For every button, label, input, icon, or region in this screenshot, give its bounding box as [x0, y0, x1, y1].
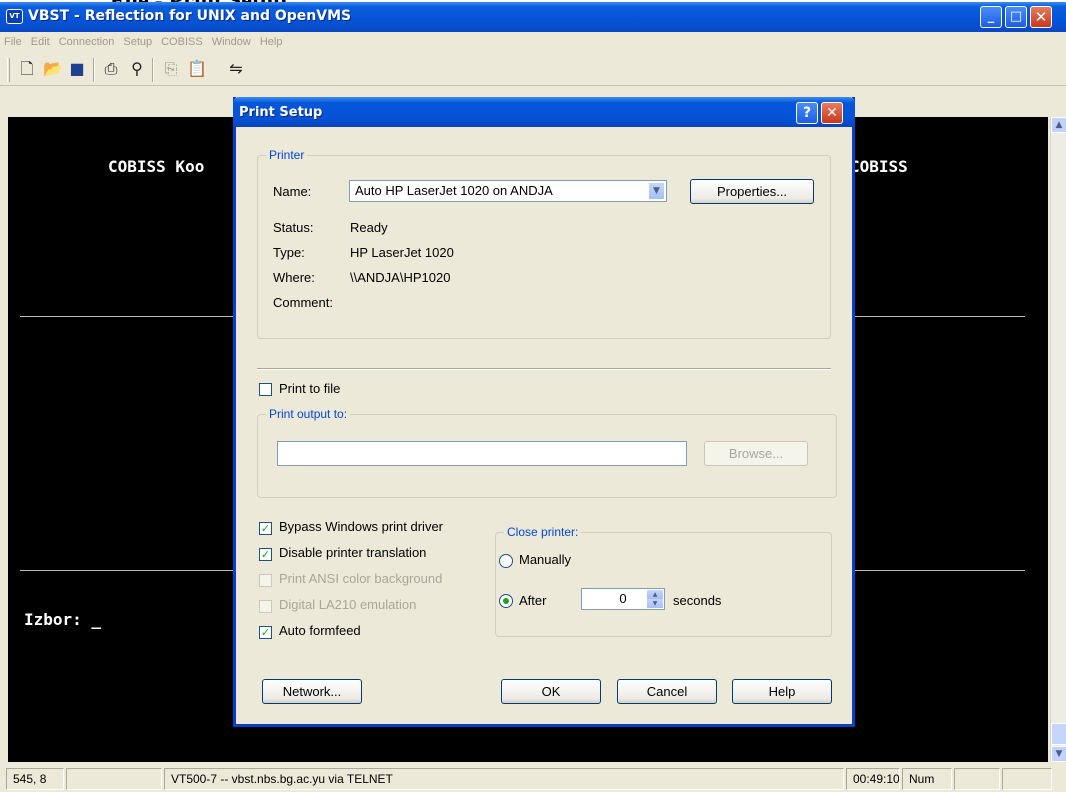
- status-value: Ready: [350, 220, 388, 235]
- vt-app-icon[interactable]: VT: [6, 9, 23, 24]
- disable-translation-label[interactable]: Disable printer translation: [279, 545, 426, 560]
- cancel-button[interactable]: Cancel: [617, 679, 717, 704]
- status-time: 00:49:10: [846, 768, 900, 790]
- la210-checkbox: [259, 600, 272, 613]
- scroll-up-icon[interactable]: ▲: [1051, 117, 1066, 133]
- menu-help[interactable]: Help: [260, 36, 283, 48]
- ok-button[interactable]: OK: [501, 679, 601, 704]
- print-output-label: Print output to:: [266, 407, 351, 421]
- auto-formfeed-checkbox[interactable]: ✓: [259, 626, 272, 639]
- spin-up-icon[interactable]: ▲: [647, 590, 663, 599]
- dialog-title: Print Setup: [239, 105, 323, 120]
- la210-label: Digital LA210 emulation: [279, 597, 417, 612]
- vertical-scrollbar[interactable]: ▲ ▼: [1050, 117, 1066, 762]
- scroll-thumb[interactable]: [1051, 723, 1066, 745]
- where-label: Where:: [273, 270, 315, 285]
- network-button[interactable]: Network...: [262, 679, 362, 704]
- disable-translation-checkbox[interactable]: ✓: [259, 548, 272, 561]
- scroll-down-icon[interactable]: ▼: [1051, 746, 1066, 762]
- radio-selected-dot: [503, 598, 509, 604]
- window-title: VBST - Reflection for UNIX and OpenVMS: [28, 8, 352, 24]
- find-icon[interactable]: ⚲: [126, 59, 148, 79]
- toolbar-separator: [93, 58, 95, 82]
- terminal-prompt: Izbor: _: [24, 610, 102, 629]
- printer-name-value: Auto HP LaserJet 1020 on ANDJA: [355, 183, 553, 198]
- paste-icon[interactable]: 📋: [186, 59, 208, 79]
- menu-connection[interactable]: Connection: [59, 36, 115, 48]
- where-value: \\ANDJA\HP1020: [350, 270, 451, 285]
- after-label[interactable]: After: [519, 593, 546, 608]
- dialog-help-icon[interactable]: ?: [796, 102, 818, 124]
- manually-radio[interactable]: [499, 554, 513, 568]
- seconds-spinner[interactable]: 0 ▲ ▼: [581, 588, 665, 610]
- window-titlebar: VT VBST - Reflection for UNIX and OpenVM…: [0, 2, 1066, 32]
- menubar: File Edit Connection Setup COBISS Window…: [0, 32, 1066, 52]
- type-value: HP LaserJet 1020: [350, 245, 454, 260]
- status-blank: [66, 768, 162, 790]
- ansi-color-label: Print ANSI color background: [279, 571, 443, 586]
- bypass-driver-checkbox[interactable]: ✓: [259, 522, 272, 535]
- open-icon[interactable]: 📂: [42, 59, 64, 79]
- toolbar-grip[interactable]: [7, 58, 10, 82]
- status-blank-3: [1002, 768, 1052, 790]
- print-setup-dialog: Print Setup ? ✕ Printer Name: Auto HP La…: [233, 97, 855, 727]
- manually-label[interactable]: Manually: [519, 552, 571, 567]
- dialog-close-icon[interactable]: ✕: [821, 102, 843, 124]
- status-connection: VT500-7 -- vbst.nbs.bg.ac.yu via TELNET: [164, 768, 844, 790]
- minimize-button[interactable]: _: [980, 6, 1002, 28]
- print-to-file-checkbox[interactable]: [259, 383, 272, 396]
- menu-window[interactable]: Window: [212, 36, 251, 48]
- copy-icon[interactable]: ⎘: [160, 59, 182, 79]
- status-label: Status:: [273, 220, 314, 235]
- connect-icon[interactable]: ⇋: [225, 59, 247, 79]
- new-icon[interactable]: 🗋: [16, 59, 38, 79]
- menu-edit[interactable]: Edit: [31, 36, 50, 48]
- help-button[interactable]: Help: [732, 679, 832, 704]
- name-label: Name:: [273, 184, 312, 199]
- properties-button[interactable]: Properties...: [690, 179, 814, 204]
- maximize-button[interactable]: □: [1005, 6, 1027, 28]
- chevron-down-icon[interactable]: ▼: [648, 182, 665, 200]
- output-path-input[interactable]: [277, 441, 687, 466]
- status-num: Num: [902, 768, 952, 790]
- type-label: Type:: [273, 245, 305, 260]
- save-icon[interactable]: ■: [66, 59, 88, 79]
- printer-name-select[interactable]: Auto HP LaserJet 1020 on ANDJA ▼: [349, 180, 667, 202]
- seconds-value[interactable]: 0: [619, 591, 626, 606]
- after-radio[interactable]: [499, 594, 513, 608]
- spin-down-icon[interactable]: ▼: [647, 599, 663, 608]
- print-to-file-label[interactable]: Print to file: [279, 381, 340, 396]
- close-printer-group: Close printer:: [495, 525, 832, 637]
- toolbar: 🗋 📂 ■ ⎙ ⚲ ⎘ 📋 ⇋: [0, 52, 1066, 86]
- print-icon[interactable]: ⎙: [100, 59, 122, 79]
- menu-file[interactable]: File: [4, 36, 22, 48]
- printer-group-label: Printer: [266, 148, 308, 162]
- toolbar-separator: [152, 58, 154, 82]
- terminal-header-right: COBISS: [850, 157, 908, 176]
- dialog-titlebar[interactable]: Print Setup ? ✕: [233, 97, 855, 127]
- seconds-label: seconds: [673, 593, 722, 608]
- ansi-color-checkbox: [259, 574, 272, 587]
- close-button[interactable]: ✕: [1030, 6, 1052, 28]
- comment-label: Comment:: [273, 295, 333, 310]
- bypass-driver-label[interactable]: Bypass Windows print driver: [279, 519, 443, 534]
- auto-formfeed-label[interactable]: Auto formfeed: [279, 623, 361, 638]
- status-cursor-position: 545, 8: [6, 768, 64, 790]
- terminal-header-left: COBISS Koo: [108, 157, 205, 176]
- menu-cobiss[interactable]: COBISS: [161, 36, 203, 48]
- statusbar: 545, 8 VT500-7 -- vbst.nbs.bg.ac.yu via …: [0, 764, 1066, 792]
- close-printer-label: Close printer:: [504, 525, 582, 539]
- menu-setup[interactable]: Setup: [123, 36, 152, 48]
- dialog-divider: [257, 368, 831, 370]
- status-blank-2: [954, 768, 1000, 790]
- browse-button[interactable]: Browse...: [704, 441, 808, 466]
